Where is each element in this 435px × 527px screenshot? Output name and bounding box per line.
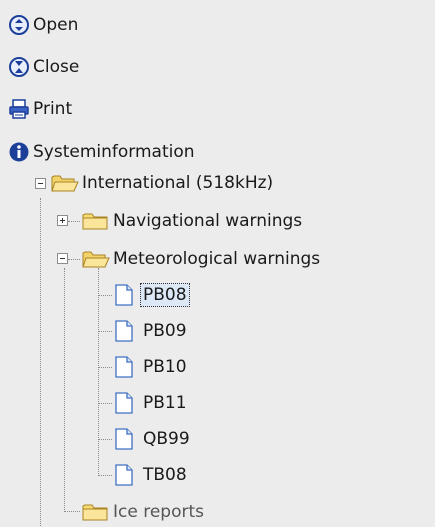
tree-leaf-pb09[interactable]: PB09 (114, 316, 190, 346)
document-icon (114, 284, 134, 306)
tree-node-international[interactable]: International (518kHz) (51, 168, 276, 198)
tree-label-leaf: PB08 (140, 283, 190, 307)
tree-label-ice-reports: Ice reports (113, 502, 205, 522)
tree-node-ice-reports[interactable]: Ice reports (82, 497, 207, 527)
print-label: Print (33, 99, 73, 119)
document-icon (114, 356, 134, 378)
tree-label-meteorological-warnings: Meteorological warnings (113, 249, 321, 269)
tree-node-navigational-warnings[interactable]: Navigational warnings (82, 206, 305, 236)
tree-leaf-qb99[interactable]: QB99 (114, 424, 193, 454)
tree-guide-line (68, 221, 80, 222)
expand-toggle-navigational[interactable] (57, 215, 68, 226)
close-icon (8, 56, 30, 78)
tree-guide-line (98, 475, 112, 476)
tree-label-navigational-warnings: Navigational warnings (113, 211, 303, 231)
open-action[interactable]: Open (8, 10, 81, 40)
collapse-toggle-meteorological[interactable] (57, 253, 68, 264)
tree-label-leaf: PB10 (143, 357, 187, 377)
tree-label-leaf: QB99 (143, 429, 190, 449)
folder-icon (82, 502, 110, 522)
tree-guide-line (98, 439, 112, 440)
tree-guide-line (68, 259, 80, 260)
tree-leaf-pb10[interactable]: PB10 (114, 352, 190, 382)
tree-label-leaf: PB11 (143, 393, 187, 413)
tree-guide-line (98, 403, 112, 404)
tree-guide-line (98, 331, 112, 332)
close-action[interactable]: Close (8, 52, 82, 82)
tree-leaf-pb11[interactable]: PB11 (114, 388, 190, 418)
document-icon (114, 464, 134, 486)
folder-icon (82, 211, 110, 231)
tree-guide-line (64, 511, 80, 512)
tree-guide-line (98, 367, 112, 368)
tree-guide-line (64, 268, 65, 510)
tree-label-international: International (518kHz) (82, 173, 274, 193)
collapse-toggle-international[interactable] (35, 178, 46, 189)
printer-icon (8, 98, 30, 120)
info-icon (8, 141, 30, 163)
close-label: Close (33, 57, 80, 77)
document-icon (114, 320, 134, 342)
tree-leaf-pb08[interactable]: PB08 (114, 280, 190, 310)
document-icon (114, 392, 134, 414)
systeminformation-label: Systeminformation (33, 142, 195, 162)
folder-open-icon (82, 249, 110, 269)
tree-label-leaf: TB08 (143, 465, 187, 485)
tree-guide-line (98, 295, 112, 296)
print-action[interactable]: Print (8, 94, 75, 124)
tree-guide-line (40, 198, 41, 526)
folder-open-icon (51, 173, 79, 193)
tree-guide-line (98, 268, 99, 476)
tree-node-meteorological-warnings[interactable]: Meteorological warnings (82, 244, 323, 274)
systeminformation-action[interactable]: Systeminformation (8, 137, 198, 167)
tree-leaf-tb08[interactable]: TB08 (114, 460, 190, 490)
open-label: Open (33, 15, 79, 35)
tree-label-leaf: PB09 (143, 321, 187, 341)
open-icon (8, 14, 30, 36)
document-icon (114, 428, 134, 450)
